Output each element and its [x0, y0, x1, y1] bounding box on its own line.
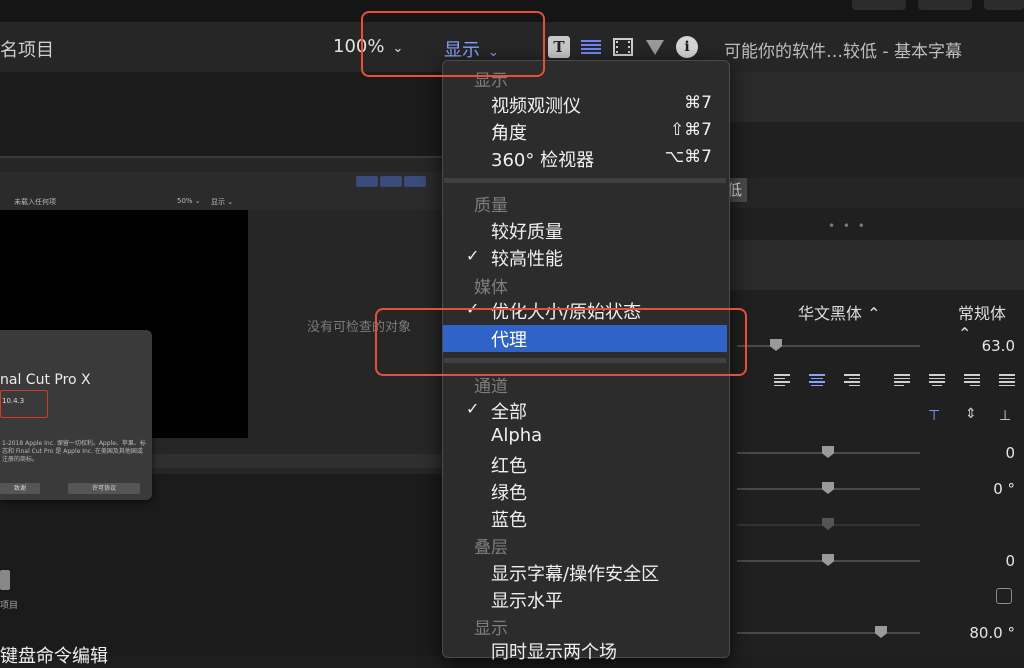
angle-slider-track[interactable] — [737, 632, 920, 634]
justify-right-icon[interactable] — [964, 374, 980, 386]
menu-section-media: 媒体 — [474, 278, 508, 298]
option-checkbox[interactable] — [996, 588, 1012, 604]
annotation-box — [361, 11, 545, 77]
toolbar-button[interactable] — [852, 0, 906, 10]
shortcut-video-scopes: ⌘7 — [684, 93, 712, 113]
menu-item-title-action-safe[interactable]: 显示字幕/操作安全区 — [491, 560, 659, 586]
align-center-icon[interactable] — [809, 374, 825, 386]
angle-value[interactable]: 80.0 ° — [955, 624, 1015, 642]
embedded-display: 显示 ⌄ — [211, 198, 234, 206]
menu-section-quality: 质量 — [474, 196, 508, 216]
inspector-band — [727, 240, 1024, 290]
justify-full-icon[interactable] — [999, 374, 1015, 386]
about-credits-button: 致谢 — [0, 483, 40, 494]
more-dots-icon[interactable]: • • • — [828, 219, 867, 233]
menu-item-360-viewer[interactable]: 360° 检视器 — [491, 146, 594, 172]
vertical-align-top-icon[interactable]: ⊤ — [928, 408, 940, 424]
library-icon — [0, 570, 10, 590]
library-label: 项目 — [0, 601, 19, 611]
menu-section-overlays: 叠层 — [474, 538, 508, 558]
offset-value[interactable]: 0 — [955, 552, 1015, 570]
menu-section-display-2: 显示 — [474, 619, 508, 639]
inspector-band — [727, 72, 1024, 122]
align-left-icon[interactable] — [774, 374, 790, 386]
annotation-box — [375, 308, 747, 376]
toolbar-button[interactable] — [918, 0, 972, 10]
info-icon[interactable]: i — [676, 36, 698, 58]
menu-item-all[interactable]: 全部 — [491, 398, 527, 424]
inspector-tabs: T i — [548, 34, 698, 60]
font-family-popup[interactable]: 华文黑体 ⌃ — [798, 300, 881, 324]
color-inspector-icon[interactable] — [644, 36, 666, 58]
align-right-icon[interactable] — [844, 374, 860, 386]
shortcut-angles: ⇧⌘7 — [669, 120, 712, 140]
about-version: 10.4.3 — [2, 397, 25, 405]
about-copyright: 1-2018 Apple Inc. 保留一切权利。Apple、苹果、标志和 Fi… — [2, 440, 146, 463]
rotation-value[interactable]: 0 ° — [955, 480, 1015, 498]
justify-buttons — [894, 374, 1015, 386]
menu-item-show-horizon[interactable]: 显示水平 — [491, 587, 563, 613]
vertical-align-middle-icon[interactable]: ⇕ — [965, 406, 977, 422]
bottom-caption: 键盘命令编辑 — [0, 646, 108, 667]
vertical-align-bottom-icon[interactable]: ⊥ — [999, 408, 1011, 424]
justify-center-icon[interactable] — [929, 374, 945, 386]
size-value[interactable]: 63.0 — [955, 337, 1015, 355]
checkmark-icon: ✓ — [466, 399, 480, 418]
menu-item-video-scopes[interactable]: 视频观测仪 — [491, 92, 581, 118]
embedded-zoom: 50% ⌄ — [177, 197, 201, 205]
alignment-buttons — [774, 374, 860, 386]
text-inspector-icon[interactable]: T — [548, 36, 570, 58]
shortcut-360-viewer: ⌥⌘7 — [664, 147, 712, 167]
menu-item-green[interactable]: 绿色 — [491, 479, 527, 505]
title-inspector-icon[interactable] — [580, 36, 602, 58]
menu-item-angles[interactable]: 角度 — [491, 119, 527, 145]
size-slider-track[interactable] — [737, 345, 920, 347]
menu-item-blue[interactable]: 蓝色 — [491, 506, 527, 532]
embedded-no-media: 未载入任何项 — [14, 198, 56, 206]
inspector-title-field[interactable]: 低 — [727, 178, 747, 202]
embedded-toolbar-button — [380, 176, 402, 187]
embedded-viewer-header: 未载入任何项 50% ⌄ 显示 ⌄ — [0, 194, 250, 210]
embedded-toolbar-button — [404, 176, 426, 187]
menu-separator — [444, 178, 726, 183]
justify-left-icon[interactable] — [894, 374, 910, 386]
inspector-band — [727, 178, 1024, 208]
inspector-title: 可能你的软件…较低 - 基本字幕 — [724, 42, 962, 62]
checkmark-icon: ✓ — [466, 246, 480, 265]
menu-item-better-quality[interactable]: 较好质量 — [491, 218, 563, 244]
menu-item-better-performance[interactable]: 较高性能 — [491, 245, 563, 271]
menu-item-red[interactable]: 红色 — [491, 452, 527, 478]
about-app-name: nal Cut Pro X — [0, 372, 91, 388]
menu-item-show-both-fields[interactable]: 同时显示两个场 — [491, 638, 617, 664]
video-inspector-icon[interactable] — [612, 36, 634, 58]
tracking-value[interactable]: 0 — [955, 444, 1015, 462]
about-license-button: 许可协议 — [68, 483, 140, 494]
project-title: 名项目 — [0, 40, 54, 61]
toolbar-button[interactable] — [984, 0, 1024, 10]
menu-item-alpha[interactable]: Alpha — [491, 425, 542, 446]
embedded-toolbar-button — [356, 176, 378, 187]
